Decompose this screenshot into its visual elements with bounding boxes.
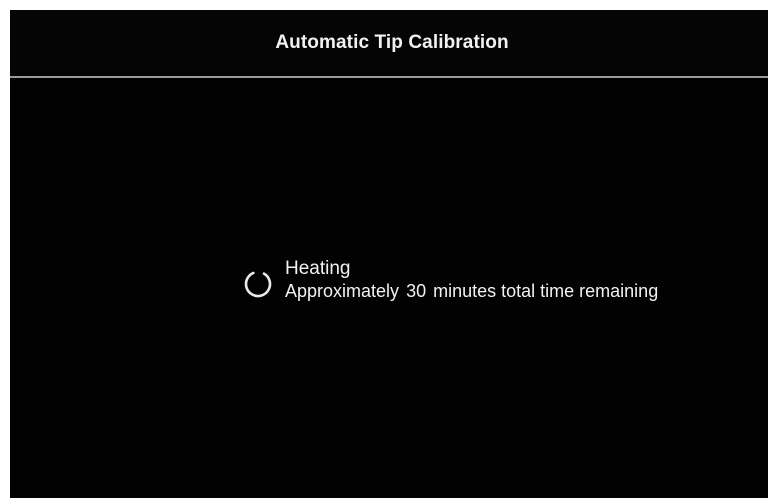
- minutes-remaining-value: 30: [406, 281, 427, 301]
- status-text: Heating Approximately 30 minutes total t…: [285, 258, 658, 302]
- status-heading: Heating: [285, 258, 351, 279]
- spinner-icon: [243, 269, 273, 299]
- time-remaining-text: Approximately 30 minutes total time rema…: [285, 280, 658, 302]
- page-title: Automatic Tip Calibration: [275, 32, 509, 53]
- calibration-screen: Automatic Tip Calibration Heating Approx…: [10, 10, 768, 498]
- heating-status: Heating Approximately 30 minutes total t…: [243, 258, 658, 302]
- time-remaining-prefix: Approximately: [285, 281, 400, 301]
- time-remaining-suffix: minutes total time remaining: [433, 281, 659, 301]
- header-bar: Automatic Tip Calibration: [10, 10, 768, 78]
